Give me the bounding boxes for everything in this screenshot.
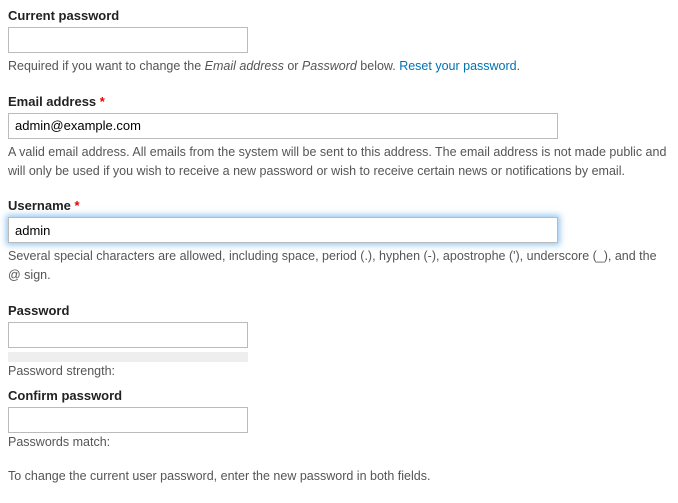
password-strength-label: Password strength:	[8, 364, 670, 378]
current-password-label: Current password	[8, 8, 670, 23]
password-strength-bar	[8, 352, 248, 362]
password-item: Password Password strength:	[8, 303, 670, 378]
desc-text: or	[284, 59, 302, 73]
required-mark: *	[100, 94, 105, 109]
email-input[interactable]	[8, 113, 558, 139]
username-label: Username *	[8, 198, 670, 213]
password-match-label: Passwords match:	[8, 435, 670, 449]
current-password-description: Required if you want to change the Email…	[8, 57, 670, 76]
username-description: Several special characters are allowed, …	[8, 247, 670, 285]
password-input[interactable]	[8, 322, 248, 348]
confirm-password-input[interactable]	[8, 407, 248, 433]
password-footer-note: To change the current user password, ent…	[8, 467, 670, 486]
email-label-text: Email address	[8, 94, 96, 109]
username-label-text: Username	[8, 198, 71, 213]
password-label: Password	[8, 303, 670, 318]
required-mark: *	[75, 198, 80, 213]
desc-text: below.	[357, 59, 399, 73]
reset-password-link[interactable]: Reset your password	[399, 59, 516, 73]
desc-text: Required if you want to change the	[8, 59, 205, 73]
username-item: Username * Several special characters ar…	[8, 198, 670, 285]
email-label: Email address *	[8, 94, 670, 109]
current-password-item: Current password Required if you want to…	[8, 8, 670, 76]
desc-text: .	[517, 59, 520, 73]
current-password-input[interactable]	[8, 27, 248, 53]
desc-em-password: Password	[302, 59, 357, 73]
email-item: Email address * A valid email address. A…	[8, 94, 670, 181]
desc-em-email: Email address	[205, 59, 284, 73]
confirm-password-label: Confirm password	[8, 388, 670, 403]
confirm-password-item: Confirm password Passwords match:	[8, 388, 670, 449]
email-description: A valid email address. All emails from t…	[8, 143, 670, 181]
username-input[interactable]	[8, 217, 558, 243]
